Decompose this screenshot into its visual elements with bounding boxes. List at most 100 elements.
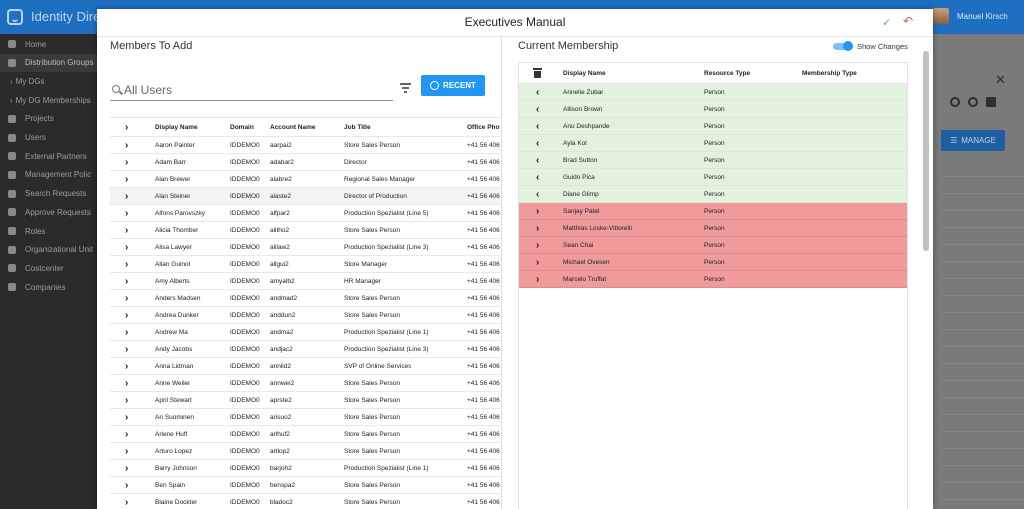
remove-all-trash-icon[interactable] bbox=[533, 63, 542, 83]
column-header[interactable]: Display Name bbox=[563, 63, 606, 83]
remove-member-chevron-icon[interactable]: ‹ bbox=[536, 101, 539, 117]
sidebar-item[interactable]: Approve Requests bbox=[0, 203, 97, 221]
member-row-removed[interactable]: › Sean Chai Person bbox=[519, 237, 907, 254]
sidebar-item[interactable]: Search Requests bbox=[0, 185, 97, 203]
sidebar-item[interactable]: Home bbox=[0, 35, 97, 53]
remove-member-chevron-icon[interactable]: ‹ bbox=[536, 152, 539, 168]
trash-icon[interactable] bbox=[986, 97, 996, 107]
add-member-chevron-icon[interactable]: › bbox=[125, 392, 128, 408]
table-row[interactable]: › Anna Lidman IDDEMO0 annlid2 SVP of Online … bbox=[110, 358, 500, 375]
member-row-removed[interactable]: › Michael Ovesen Person bbox=[519, 254, 907, 271]
add-member-chevron-icon[interactable]: › bbox=[125, 460, 128, 476]
add-member-chevron-icon[interactable]: › bbox=[125, 154, 128, 170]
table-row[interactable]: › Alisa Lawyer IDDEMO0 alilaw2 Production Sp… bbox=[110, 239, 500, 256]
table-row[interactable]: › Ari Suominen IDDEMO0 arisuo2 Store Sales P… bbox=[110, 409, 500, 426]
table-row[interactable]: › Ben Spain IDDEMO0 benspa2 Store Sales Pers… bbox=[110, 477, 500, 494]
table-row[interactable]: › Anne Weiler IDDEMO0 annwei2 Store Sales Pe… bbox=[110, 375, 500, 392]
member-row-added[interactable]: ‹ Diane Glimp Person bbox=[519, 186, 907, 203]
add-member-chevron-icon[interactable]: › bbox=[125, 358, 128, 374]
add-member-chevron-icon[interactable]: › bbox=[125, 443, 128, 459]
table-row[interactable]: › Amy Alberts IDDEMO0 amyalb2 HR Manager +41 … bbox=[110, 273, 500, 290]
search-field[interactable] bbox=[110, 79, 393, 101]
remove-member-chevron-icon[interactable]: ‹ bbox=[536, 84, 539, 100]
sidebar-item[interactable]: External Partners bbox=[0, 147, 97, 165]
add-member-chevron-icon[interactable]: › bbox=[125, 222, 128, 238]
restore-member-chevron-icon[interactable]: › bbox=[536, 220, 539, 236]
remove-member-chevron-icon[interactable]: ‹ bbox=[536, 135, 539, 151]
sidebar-item[interactable]: Users bbox=[0, 129, 97, 147]
table-row[interactable]: › Allan Guinot IDDEMO0 allgui2 Store Manager… bbox=[110, 256, 500, 273]
add-member-chevron-icon[interactable]: › bbox=[125, 307, 128, 323]
add-member-chevron-icon[interactable]: › bbox=[125, 273, 128, 289]
dialog-scrollbar[interactable] bbox=[923, 51, 929, 251]
add-member-chevron-icon[interactable]: › bbox=[125, 205, 128, 221]
restore-member-chevron-icon[interactable]: › bbox=[536, 254, 539, 270]
member-row-added[interactable]: ‹ Annelie Zubar Person bbox=[519, 84, 907, 101]
add-member-chevron-icon[interactable]: › bbox=[125, 256, 128, 272]
add-member-chevron-icon[interactable]: › bbox=[125, 409, 128, 425]
add-member-chevron-icon[interactable]: › bbox=[125, 188, 128, 204]
sidebar-item[interactable]: Management Polic bbox=[0, 166, 97, 184]
sidebar-item[interactable]: Costcenter bbox=[0, 259, 97, 277]
member-row-removed[interactable]: › Sanjay Patel Person bbox=[519, 203, 907, 220]
sidebar-item[interactable]: Companies bbox=[0, 278, 97, 296]
restore-member-chevron-icon[interactable]: › bbox=[536, 271, 539, 287]
add-member-chevron-icon[interactable]: › bbox=[125, 171, 128, 187]
member-row-added[interactable]: ‹ Anu Deshpande Person bbox=[519, 118, 907, 135]
column-header[interactable]: Job Title bbox=[344, 118, 371, 136]
member-row-added[interactable]: ‹ Allison Brown Person bbox=[519, 101, 907, 118]
sidebar-item[interactable]: Projects bbox=[0, 110, 97, 128]
table-row[interactable]: › Andrea Dunker IDDEMO0 anddun2 Store Sales … bbox=[110, 307, 500, 324]
restore-member-chevron-icon[interactable]: › bbox=[536, 237, 539, 253]
table-row[interactable]: › Alicia Thomber IDDEMO0 alitho2 Store Sales… bbox=[110, 222, 500, 239]
add-member-chevron-icon[interactable]: › bbox=[125, 477, 128, 493]
history-icon[interactable] bbox=[950, 97, 960, 107]
sidebar-item[interactable]: My DG Memberships bbox=[0, 91, 97, 109]
manage-button[interactable]: ☰ MANAGE bbox=[941, 130, 1005, 151]
confirm-check-icon[interactable]: ✓ bbox=[882, 16, 891, 29]
add-member-chevron-icon[interactable]: › bbox=[125, 375, 128, 391]
column-header[interactable]: Office Phor bbox=[467, 118, 500, 136]
remove-member-chevron-icon[interactable]: ‹ bbox=[536, 169, 539, 185]
search-input[interactable] bbox=[124, 81, 389, 99]
expand-all-chevron-icon[interactable]: › bbox=[125, 118, 128, 136]
filter-icon[interactable] bbox=[400, 83, 411, 93]
close-icon[interactable]: ✕ bbox=[995, 72, 1006, 88]
member-row-added[interactable]: ‹ Brad Sutton Person bbox=[519, 152, 907, 169]
user-menu[interactable]: Manuel Kirsch bbox=[933, 8, 1024, 26]
sidebar-item[interactable]: My DGs bbox=[0, 72, 97, 90]
column-header[interactable]: Membership Type bbox=[802, 63, 857, 83]
add-member-chevron-icon[interactable]: › bbox=[125, 239, 128, 255]
table-row[interactable]: › Alfons Parovszky IDDEMO0 alfpar2 Productio… bbox=[110, 205, 500, 222]
table-row[interactable]: › Arlene Huff IDDEMO0 arlhuf2 Store Sales Pe… bbox=[110, 426, 500, 443]
member-row-added[interactable]: ‹ Ayla Kol Person bbox=[519, 135, 907, 152]
table-row[interactable]: › Barry Johnson IDDEMO0 barjoh2 Production S… bbox=[110, 460, 500, 477]
table-row[interactable]: › Adam Barr IDDEMO0 adabar2 Director +41 56 4… bbox=[110, 154, 500, 171]
column-header[interactable]: Resource Type bbox=[704, 63, 750, 83]
table-row[interactable]: › April Stewart IDDEMO0 aprste2 Store Sales … bbox=[110, 392, 500, 409]
table-row[interactable]: › Andrew Ma IDDEMO0 andma2 Production Spezia… bbox=[110, 324, 500, 341]
show-changes-toggle[interactable] bbox=[833, 41, 853, 51]
add-member-chevron-icon[interactable]: › bbox=[125, 137, 128, 153]
gear-icon[interactable] bbox=[968, 97, 978, 107]
sidebar-item[interactable]: Roles bbox=[0, 222, 97, 240]
add-member-chevron-icon[interactable]: › bbox=[125, 290, 128, 306]
member-row-removed[interactable]: › Matthias Loske-Vittorelli Person bbox=[519, 220, 907, 237]
member-row-removed[interactable]: › Marcelo Truffat Person bbox=[519, 271, 907, 288]
table-row[interactable]: › Aaron Painter IDDEMO0 aarpai2 Store Sales … bbox=[110, 137, 500, 154]
remove-member-chevron-icon[interactable]: ‹ bbox=[536, 118, 539, 134]
sidebar-item[interactable]: Organizational Unit bbox=[0, 241, 97, 259]
recent-button[interactable]: RECENT bbox=[421, 75, 485, 96]
sidebar-item[interactable]: Distribution Groups bbox=[0, 53, 97, 72]
remove-member-chevron-icon[interactable]: ‹ bbox=[536, 186, 539, 202]
table-row[interactable]: › Blaine Dockter IDDEMO0 bladoc2 Store Sales… bbox=[110, 494, 500, 509]
table-row[interactable]: › Alan Brewer IDDEMO0 alabre2 Regional Sales… bbox=[110, 171, 500, 188]
add-member-chevron-icon[interactable]: › bbox=[125, 494, 128, 509]
column-header[interactable]: Display Name bbox=[155, 118, 198, 136]
column-header[interactable]: Account Name bbox=[270, 118, 316, 136]
table-row[interactable]: › Arturo Lopez IDDEMO0 artlop2 Store Sales P… bbox=[110, 443, 500, 460]
add-member-chevron-icon[interactable]: › bbox=[125, 426, 128, 442]
add-member-chevron-icon[interactable]: › bbox=[125, 341, 128, 357]
column-header[interactable]: Domain bbox=[230, 118, 254, 136]
table-row[interactable]: › Alan Steiner IDDEMO0 alaste2 Director of P… bbox=[110, 188, 500, 205]
